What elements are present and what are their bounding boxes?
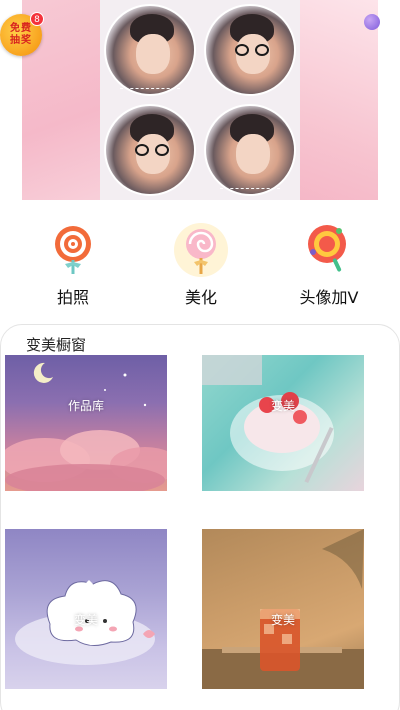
showcase-title: 变美橱窗 <box>26 336 87 354</box>
showcase-tile-drink[interactable]: 变美 <box>202 529 364 689</box>
tile-label: 作品库 <box>67 399 104 413</box>
cute-cloud-art <box>15 580 155 665</box>
function-label: 美化 <box>184 288 217 307</box>
dessert-art <box>202 355 334 484</box>
sky-clouds-art <box>5 362 167 491</box>
badge-line-2: 抽奖 <box>10 35 32 46</box>
tile-label: 变美 <box>270 613 295 627</box>
tile-label: 变美 <box>270 399 295 413</box>
app-home-page: 免费 抽奖 8 拍照 美化 头像加V 变美橱窗 作品库 变美 变美 变美 <box>0 0 400 710</box>
function-label: 拍照 <box>56 288 89 307</box>
banner-carousel[interactable] <box>0 0 400 200</box>
lollipop-spiral-icon <box>55 226 91 274</box>
iced-tea-art <box>202 529 364 689</box>
collage-photo <box>100 100 200 200</box>
tile-label: 变美 <box>73 613 98 627</box>
floating-bubble-icon[interactable] <box>364 14 380 30</box>
banner-photo-collage[interactable] <box>100 0 300 200</box>
banner-side-right <box>300 0 378 200</box>
badge-count: 8 <box>30 12 44 26</box>
collage-photo <box>100 0 200 100</box>
function-label: 头像加V <box>299 288 359 307</box>
function-camera[interactable]: 拍照 <box>13 218 133 308</box>
lollipop-ring-icon <box>308 225 346 272</box>
function-beautify[interactable]: 美化 <box>141 218 261 308</box>
showcase-tile-cloud[interactable]: 变美 <box>5 529 167 689</box>
showcase-tile-gallery[interactable]: 作品库 <box>5 355 167 491</box>
lollipop-swirl-icon <box>174 223 228 277</box>
showcase-tile-dessert[interactable]: 变美 <box>202 355 364 491</box>
function-row: 拍照 美化 头像加V <box>0 218 400 308</box>
function-avatar-v[interactable]: 头像加V <box>269 218 389 308</box>
collage-photo <box>200 100 300 200</box>
banner-edge-right <box>378 0 400 200</box>
collage-photo <box>200 0 300 100</box>
